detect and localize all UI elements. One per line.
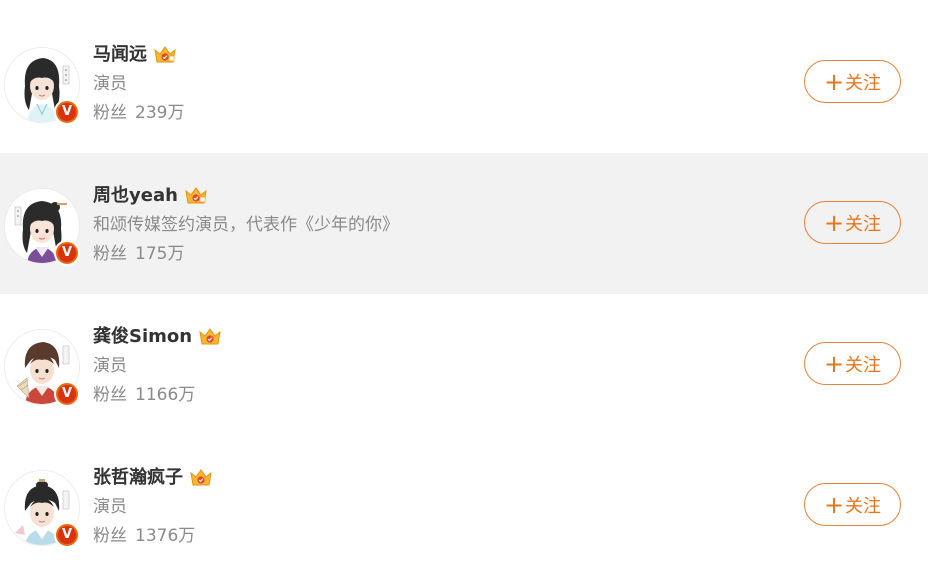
user-row[interactable]: V 张哲瀚疯子 演员 粉丝 1376万 + 关注	[0, 435, 928, 576]
crown-icon	[198, 326, 222, 348]
verified-badge: V	[54, 381, 80, 407]
plus-icon: +	[823, 67, 845, 96]
fans-count: 1376万	[135, 526, 196, 546]
user-name[interactable]: 龚俊Simon	[93, 325, 192, 349]
fans-line: 粉丝 175万	[93, 242, 184, 266]
user-row[interactable]: V 马闻远 演员 粉丝 239万 + 关注	[0, 12, 928, 153]
fans-line: 粉丝 1166万	[93, 383, 195, 407]
follow-label: 关注	[845, 495, 882, 517]
crown-icon	[189, 467, 213, 489]
avatar-wrap[interactable]: V	[4, 329, 82, 407]
name-line: 马闻远	[93, 42, 177, 68]
plus-icon: +	[823, 208, 845, 237]
verified-badge-letter: V	[58, 244, 76, 262]
fans-count: 1166万	[135, 385, 196, 405]
follow-label: 关注	[845, 354, 882, 376]
plus-icon: +	[823, 490, 845, 519]
follow-button[interactable]: + 关注	[804, 342, 901, 385]
verified-badge-letter: V	[58, 103, 76, 121]
fans-label: 粉丝	[93, 244, 127, 264]
follow-button[interactable]: + 关注	[804, 483, 901, 526]
fans-line: 粉丝 1376万	[93, 524, 195, 548]
user-name[interactable]: 张哲瀚疯子	[93, 466, 183, 490]
fans-label: 粉丝	[93, 526, 127, 546]
verified-badge: V	[54, 99, 80, 125]
fans-label: 粉丝	[93, 385, 127, 405]
user-list: V 马闻远 演员 粉丝 239万 + 关注 V 周也yeah 和颂传媒签约演员，…	[0, 0, 928, 576]
name-line: 周也yeah	[93, 183, 208, 209]
user-description: 演员	[93, 74, 127, 94]
crown-icon	[153, 44, 177, 66]
user-description: 演员	[93, 356, 127, 376]
user-name[interactable]: 马闻远	[93, 43, 147, 67]
fans-count: 175万	[135, 244, 185, 264]
crown-icon	[184, 185, 208, 207]
name-line: 龚俊Simon	[93, 324, 222, 350]
follow-button[interactable]: + 关注	[804, 201, 901, 244]
name-line: 张哲瀚疯子	[93, 465, 213, 491]
user-description: 和颂传媒签约演员，代表作《少年的你》	[93, 215, 399, 235]
verified-badge-letter: V	[58, 385, 76, 403]
plus-icon: +	[823, 349, 845, 378]
fans-count: 239万	[135, 103, 185, 123]
user-row[interactable]: V 周也yeah 和颂传媒签约演员，代表作《少年的你》 粉丝 175万 + 关注	[0, 153, 928, 294]
fans-label: 粉丝	[93, 103, 127, 123]
user-row[interactable]: V 龚俊Simon 演员 粉丝 1166万 + 关注	[0, 294, 928, 435]
avatar-wrap[interactable]: V	[4, 470, 82, 548]
follow-label: 关注	[845, 72, 882, 94]
user-description: 演员	[93, 497, 127, 517]
verified-badge: V	[54, 240, 80, 266]
verified-badge-letter: V	[58, 526, 76, 544]
verified-badge: V	[54, 522, 80, 548]
avatar-wrap[interactable]: V	[4, 47, 82, 125]
fans-line: 粉丝 239万	[93, 101, 184, 125]
follow-label: 关注	[845, 213, 882, 235]
avatar-wrap[interactable]: V	[4, 188, 82, 266]
user-name[interactable]: 周也yeah	[93, 184, 178, 208]
follow-button[interactable]: + 关注	[804, 60, 901, 103]
